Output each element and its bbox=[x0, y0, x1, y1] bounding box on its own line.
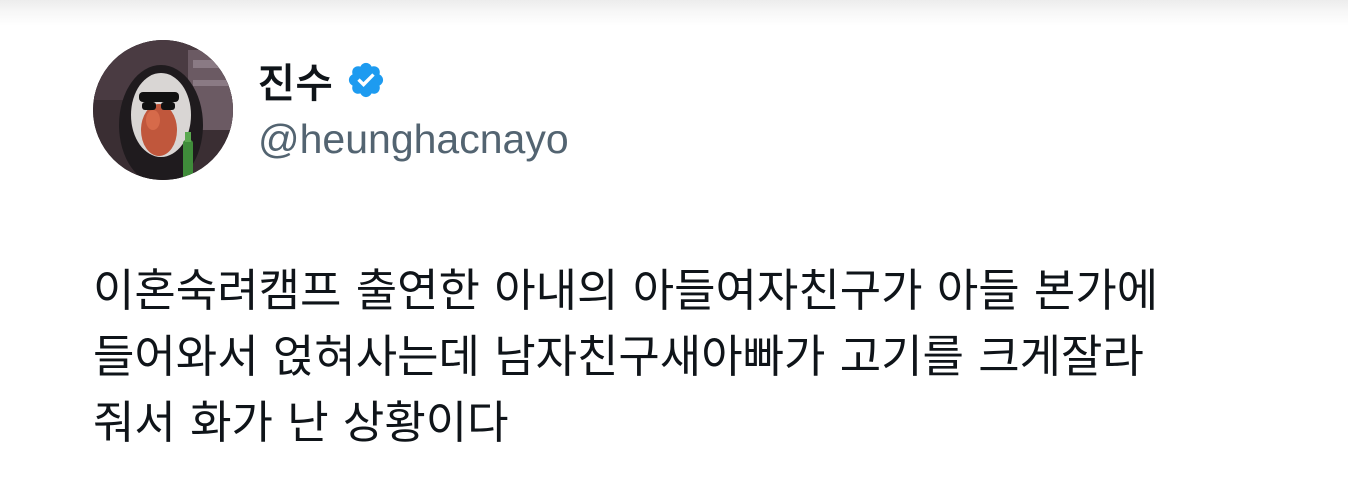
user-handle[interactable]: @heunghacnayo bbox=[258, 116, 569, 163]
tweet-text-line: 이혼숙려캠프 출연한 아내의 아들여자친구가 아들 본가에 bbox=[93, 264, 1159, 317]
name-row: 진수 bbox=[258, 50, 386, 110]
tweet-text-line: 들어와서 얹혀사는데 남자친구새아빠가 고기를 크게잘라 bbox=[93, 330, 1144, 383]
tweet-card: 진수 @heunghacnayo 이혼숙려캠프 출연한 아내의 아들여자친구가 … bbox=[0, 0, 1348, 487]
avatar[interactable] bbox=[93, 40, 233, 180]
display-name[interactable]: 진수 bbox=[258, 51, 334, 109]
tweet-text: 이혼숙려캠프 출연한 아내의 아들여자친구가 아들 본가에 들어와서 얹혀사는데… bbox=[93, 258, 1293, 456]
avatar-image-icon bbox=[93, 40, 233, 180]
tweet-text-line: 줘서 화가 난 상황이다 bbox=[93, 396, 509, 449]
verified-badge-icon bbox=[346, 60, 386, 100]
